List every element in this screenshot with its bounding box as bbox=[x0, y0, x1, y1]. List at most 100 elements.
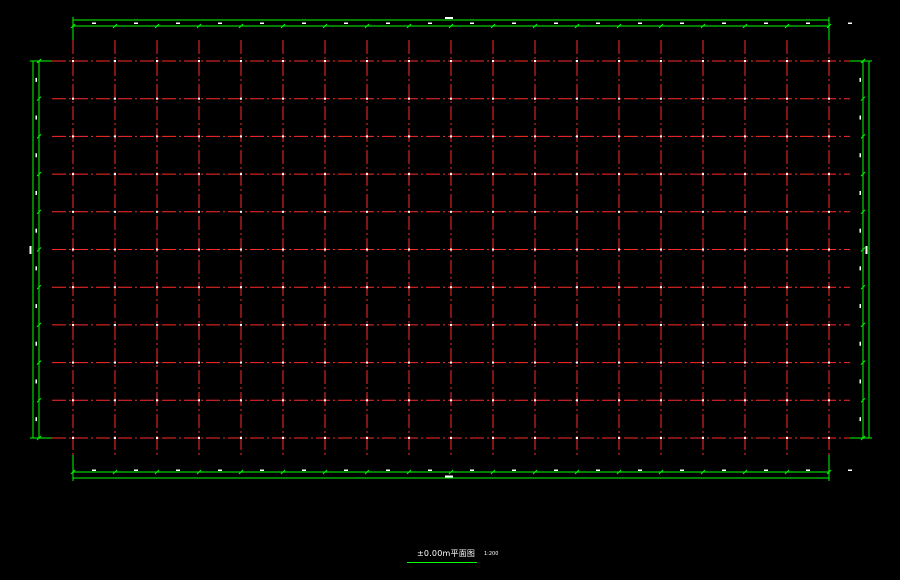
column-marker bbox=[492, 248, 494, 251]
column-marker bbox=[240, 361, 242, 364]
column-marker bbox=[744, 361, 746, 364]
dim-value-mark bbox=[470, 469, 474, 471]
column-marker bbox=[72, 135, 74, 138]
column-marker bbox=[408, 60, 410, 62]
dim-value-mark bbox=[859, 417, 861, 422]
column-marker bbox=[576, 173, 578, 176]
column-marker bbox=[114, 210, 116, 213]
dim-value-mark bbox=[512, 22, 516, 24]
column-marker bbox=[72, 399, 74, 402]
dim-value-mark bbox=[35, 228, 37, 233]
column-marker bbox=[660, 323, 662, 326]
column-marker bbox=[618, 60, 620, 62]
canvas-background bbox=[0, 0, 900, 580]
dim-value-mark bbox=[386, 469, 390, 471]
column-marker bbox=[198, 173, 200, 176]
column-marker bbox=[156, 323, 158, 326]
column-marker bbox=[282, 361, 284, 364]
dim-value-mark bbox=[680, 469, 684, 471]
dim-value-mark bbox=[859, 341, 861, 346]
column-marker bbox=[744, 437, 746, 439]
column-marker bbox=[786, 210, 788, 213]
dim-value-mark bbox=[35, 115, 37, 120]
plan-title: ±0.00m平面图 bbox=[417, 549, 476, 558]
dim-value-mark bbox=[35, 153, 37, 158]
column-marker bbox=[534, 399, 536, 402]
column-marker bbox=[324, 361, 326, 364]
column-marker bbox=[828, 210, 830, 213]
dim-value-mark bbox=[859, 266, 861, 271]
column-marker bbox=[534, 97, 536, 100]
dim-value-mark bbox=[302, 469, 306, 471]
column-marker bbox=[114, 399, 116, 402]
dim-value-mark bbox=[35, 379, 37, 384]
dim-value-mark bbox=[680, 22, 684, 24]
column-marker bbox=[282, 399, 284, 402]
column-marker bbox=[366, 135, 368, 138]
column-marker bbox=[660, 173, 662, 176]
dim-value-mark bbox=[722, 469, 726, 471]
column-marker bbox=[576, 248, 578, 251]
column-marker bbox=[408, 248, 410, 251]
dim-value-mark bbox=[859, 190, 861, 195]
column-marker bbox=[450, 60, 452, 62]
column-marker bbox=[576, 135, 578, 138]
column-marker bbox=[618, 248, 620, 251]
column-marker bbox=[366, 210, 368, 213]
dim-value-mark bbox=[596, 469, 600, 471]
cad-drawing-canvas[interactable] bbox=[0, 0, 900, 580]
column-marker bbox=[450, 437, 452, 439]
column-marker bbox=[618, 286, 620, 289]
column-marker bbox=[576, 286, 578, 289]
dim-value-mark bbox=[806, 22, 810, 24]
column-marker bbox=[114, 286, 116, 289]
dim-value-mark bbox=[35, 266, 37, 271]
dim-value-mark bbox=[848, 22, 852, 24]
column-marker bbox=[702, 399, 704, 402]
column-marker bbox=[282, 97, 284, 100]
dim-value-mark bbox=[134, 469, 138, 471]
column-marker bbox=[660, 97, 662, 100]
column-marker bbox=[828, 60, 830, 62]
dim-value-mark bbox=[218, 469, 222, 471]
column-marker bbox=[72, 97, 74, 100]
column-marker bbox=[828, 286, 830, 289]
column-marker bbox=[114, 173, 116, 176]
dim-value-mark bbox=[859, 153, 861, 158]
column-marker bbox=[282, 437, 284, 439]
dim-value-mark bbox=[35, 417, 37, 422]
column-marker bbox=[702, 248, 704, 251]
column-marker bbox=[156, 173, 158, 176]
column-marker bbox=[618, 361, 620, 364]
column-marker bbox=[324, 399, 326, 402]
column-marker bbox=[156, 97, 158, 100]
column-marker bbox=[282, 323, 284, 326]
column-marker bbox=[702, 323, 704, 326]
column-marker bbox=[198, 97, 200, 100]
column-marker bbox=[492, 135, 494, 138]
column-marker bbox=[198, 210, 200, 213]
column-marker bbox=[408, 286, 410, 289]
dim-value-mark bbox=[134, 22, 138, 24]
column-marker bbox=[114, 248, 116, 251]
dim-value-mark bbox=[806, 469, 810, 471]
column-marker bbox=[660, 399, 662, 402]
column-marker bbox=[282, 286, 284, 289]
column-marker bbox=[324, 210, 326, 213]
column-marker bbox=[660, 248, 662, 251]
column-marker bbox=[366, 399, 368, 402]
column-marker bbox=[408, 361, 410, 364]
column-marker bbox=[450, 361, 452, 364]
column-marker bbox=[366, 60, 368, 62]
column-marker bbox=[786, 248, 788, 251]
dim-value-mark bbox=[176, 469, 180, 471]
column-marker bbox=[702, 361, 704, 364]
column-marker bbox=[282, 248, 284, 251]
column-marker bbox=[240, 323, 242, 326]
column-marker bbox=[744, 173, 746, 176]
dim-value-mark bbox=[260, 469, 264, 471]
column-marker bbox=[576, 210, 578, 213]
column-marker bbox=[72, 210, 74, 213]
column-marker bbox=[450, 97, 452, 100]
column-marker bbox=[744, 97, 746, 100]
